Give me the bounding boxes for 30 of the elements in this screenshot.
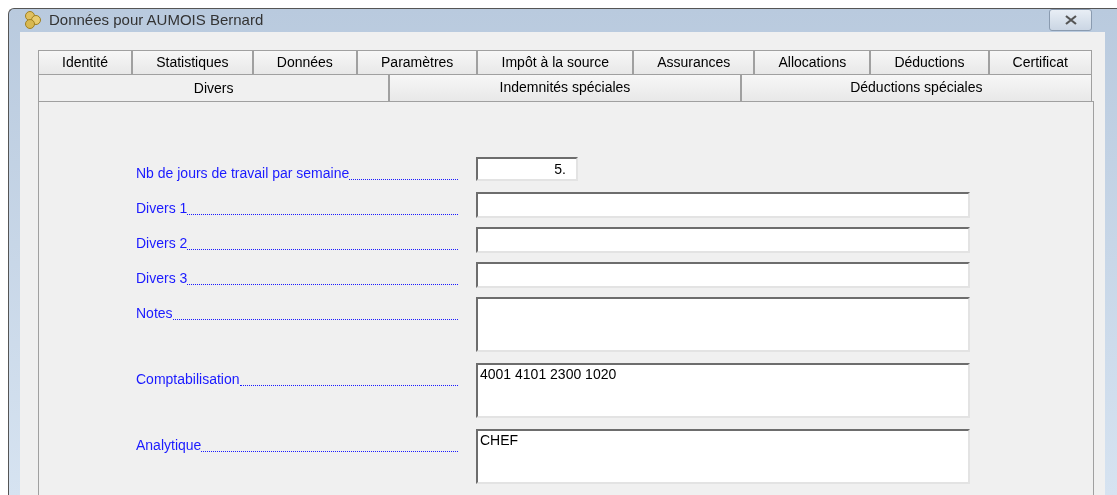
coins-icon	[23, 10, 43, 31]
input-field[interactable]	[476, 261, 970, 288]
tab[interactable]: Identité	[38, 49, 133, 74]
tab[interactable]: Impôt à la source	[477, 49, 634, 74]
tab[interactable]: Certificat	[988, 49, 1092, 74]
field-label: Divers 1	[136, 198, 188, 218]
input-field[interactable]: 5.	[476, 156, 578, 181]
field-label: Comptabilisation	[136, 369, 240, 389]
tab[interactable]: Indemnités spéciales	[389, 73, 741, 101]
tab[interactable]: Déductions spéciales	[740, 73, 1092, 101]
field-label: Analytique	[136, 435, 202, 455]
tab[interactable]: Allocations	[754, 49, 871, 74]
field-label: Nb de jours de travail par semaine	[136, 163, 350, 183]
window-title: Données pour AUMOIS Bernard	[49, 10, 265, 30]
text-area[interactable]: CHEF	[476, 428, 970, 484]
input-field[interactable]	[476, 226, 970, 253]
field-label: Divers 2	[136, 233, 188, 253]
tab[interactable]: Données	[252, 49, 357, 74]
field-label: Divers 3	[136, 268, 188, 288]
tab[interactable]: Paramètres	[356, 49, 478, 74]
tab[interactable]: Déductions	[870, 49, 989, 74]
close-button[interactable]	[1049, 9, 1092, 32]
tab[interactable]: Statistiques	[132, 49, 253, 74]
tab[interactable]: Divers	[38, 73, 390, 101]
text-area[interactable]: 4001 4101 2300 1020	[476, 362, 970, 418]
text-area[interactable]	[476, 296, 970, 352]
field-label: Notes	[136, 303, 173, 323]
tab[interactable]: Assurances	[633, 49, 755, 74]
close-icon	[1064, 15, 1077, 26]
input-field[interactable]	[476, 191, 970, 218]
